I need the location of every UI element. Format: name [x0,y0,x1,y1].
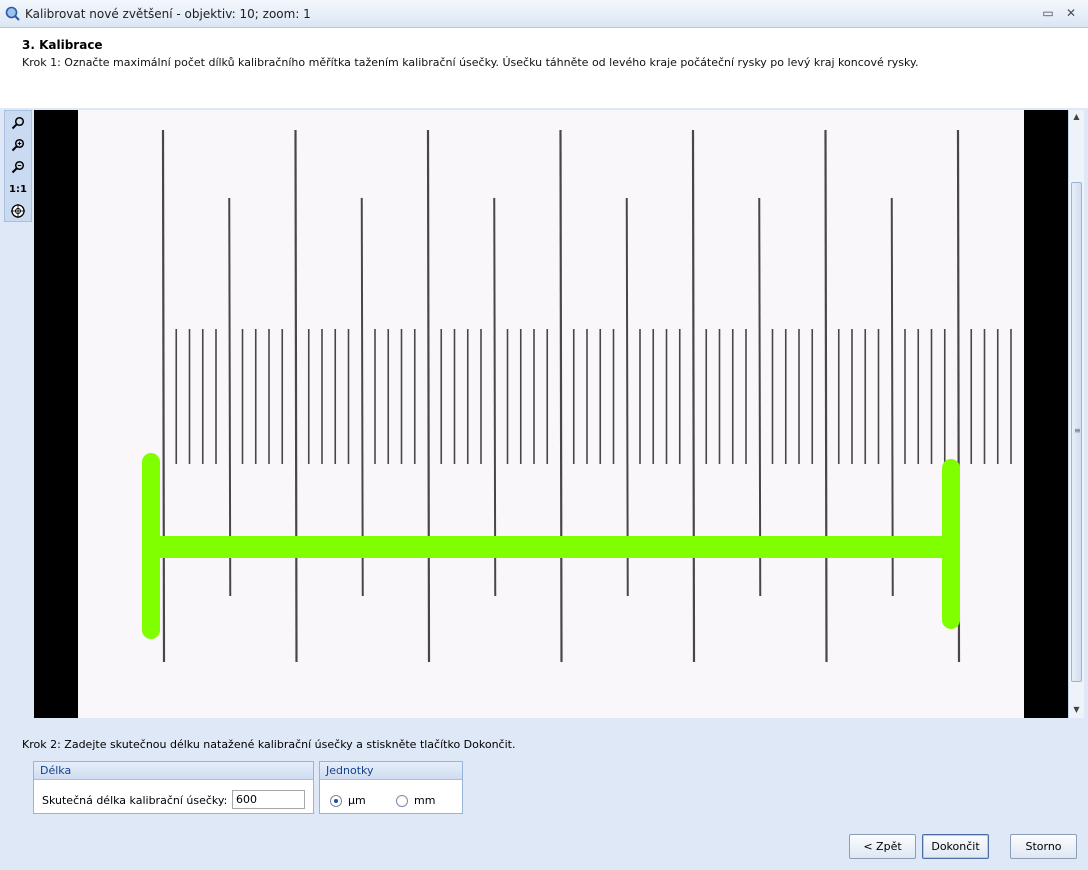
zoom-in-button[interactable] [8,135,28,155]
app-icon [5,6,20,21]
fit-to-window-button[interactable] [8,201,28,221]
zoom-out-icon [11,160,25,174]
units-group: Jednotky µm mm [319,761,463,814]
calibration-image-viewer[interactable] [34,110,1068,718]
units-group-title: Jednotky [320,762,462,780]
step1-instruction: Krok 1: Označte maximální počet dílků ka… [22,56,919,69]
unit-mm-label: mm [414,794,436,807]
finish-button[interactable]: Dokončit [922,834,989,859]
close-icon[interactable]: ✕ [1064,6,1078,20]
header-panel: 3. Kalibrace Krok 1: Označte maximální p… [0,28,1088,108]
scale-tick [824,129,828,663]
actual-size-button[interactable]: 1:1 [8,179,28,199]
unit-mm-radio[interactable]: mm [396,794,435,807]
unit-um-radio[interactable]: µm [330,794,366,807]
scale-tick [691,129,696,663]
image-toolbar: 1:1 [4,110,32,222]
length-group: Délka Skutečná délka kalibrační úsečky: [33,761,314,814]
zoom-icon [11,116,25,130]
scale-tick [294,129,298,663]
separator [0,718,1088,730]
window-title: Kalibrovat nové zvětšení - objektiv: 10;… [25,7,311,21]
length-group-title: Délka [34,762,313,780]
length-label: Skutečná délka kalibrační úsečky: [42,794,228,807]
title-bar: Kalibrovat nové zvětšení - objektiv: 10;… [0,0,1088,28]
scroll-thumb[interactable]: ≡ [1071,182,1082,682]
scroll-down-icon[interactable]: ▼ [1069,703,1084,717]
zoom-out-button[interactable] [8,157,28,177]
back-button[interactable]: < Zpět [849,834,916,859]
fit-to-window-icon [11,204,25,218]
scale-tick [559,129,563,663]
scale-tick [161,129,166,663]
step2-instruction: Krok 2: Zadejte skutečnou délku natažené… [22,738,516,751]
length-input[interactable] [232,790,305,809]
zoom-tool-button[interactable] [8,113,28,133]
radio-checked-icon [330,794,342,807]
radio-unchecked-icon [396,794,408,807]
restore-icon[interactable]: ▭ [1041,6,1055,20]
step-title: 3. Kalibrace [22,38,103,52]
zoom-in-icon [11,138,25,152]
unit-um-label: µm [348,794,366,807]
scale-tick [426,129,431,663]
grip-icon: ≡ [1074,426,1081,435]
cancel-button[interactable]: Storno [1010,834,1077,859]
micrometer-image [78,110,1024,718]
image-area [78,110,1024,718]
vertical-scrollbar[interactable]: ▲ ≡ ▼ [1068,110,1084,718]
scroll-up-icon[interactable]: ▲ [1069,110,1084,124]
